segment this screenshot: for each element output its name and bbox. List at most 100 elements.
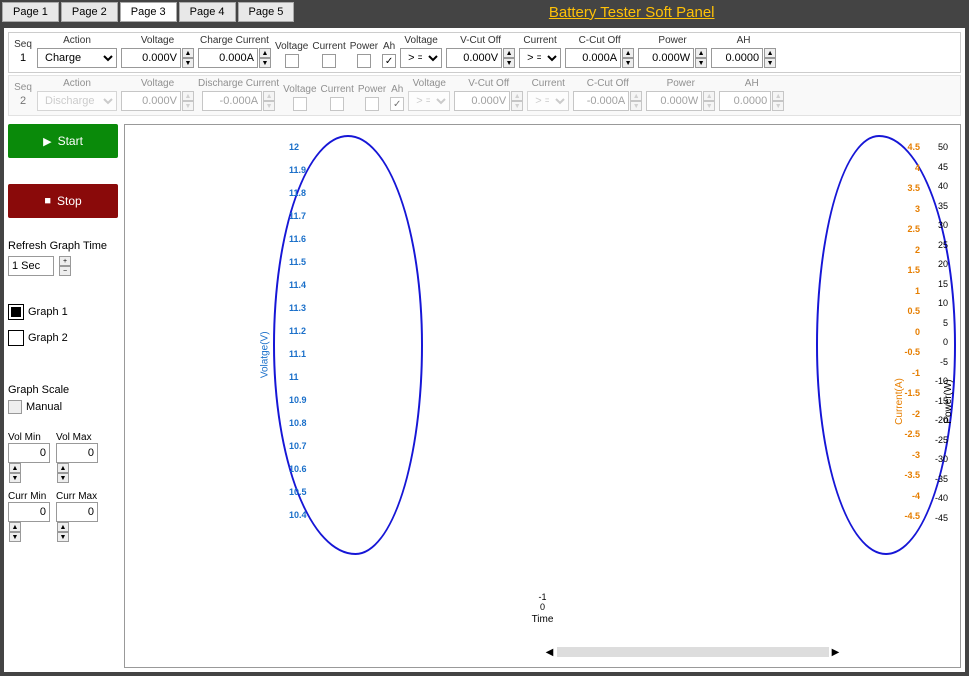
time-axis-label: Time — [532, 614, 554, 625]
vcut-input[interactable] — [446, 48, 502, 68]
refresh-input[interactable] — [8, 256, 54, 276]
vcut-op-select[interactable]: > = — [400, 48, 442, 68]
voltage-check[interactable] — [285, 54, 299, 68]
discharge-current-input — [202, 91, 262, 111]
current-label: Current — [312, 41, 345, 52]
current-check[interactable] — [322, 54, 336, 68]
spin-down: ▼ — [182, 101, 194, 111]
sequence-row-1: Seq1 ActionCharge Voltage▲▼ Charge Curre… — [8, 32, 961, 73]
power2-label: Power — [658, 35, 686, 46]
spin-up[interactable]: ▲ — [9, 522, 21, 532]
current-check — [330, 97, 344, 111]
spin-down[interactable]: ▼ — [182, 58, 194, 68]
spin-down: ▼ — [511, 101, 523, 111]
graph1-label: Graph 1 — [28, 306, 68, 318]
currmin-input[interactable] — [8, 502, 50, 522]
spin-down[interactable]: ▼ — [9, 473, 21, 483]
spin-down: ▼ — [703, 101, 715, 111]
ah2-label: AH — [745, 78, 759, 89]
spin-down[interactable]: − — [59, 266, 71, 276]
spin-up[interactable]: + — [59, 256, 71, 266]
scroll-right-icon[interactable]: ▶ — [829, 647, 843, 658]
page-tabs: Page 1 Page 2 Page 3 Page 4 Page 5 — [0, 2, 294, 22]
charge-current-input[interactable] — [198, 48, 258, 68]
spin-up: ▲ — [703, 91, 715, 101]
spin-up[interactable]: ▲ — [764, 48, 776, 58]
scroll-left-icon[interactable]: ◀ — [543, 647, 557, 658]
power-input — [646, 91, 702, 111]
ccut-op-select[interactable]: > = — [519, 48, 561, 68]
volmin-input[interactable] — [8, 443, 50, 463]
spin-up[interactable]: ▲ — [9, 463, 21, 473]
manual-label: Manual — [26, 401, 62, 413]
stop-icon: ■ — [44, 195, 51, 207]
spin-down[interactable]: ▼ — [622, 58, 634, 68]
refresh-label: Refresh Graph Time — [8, 240, 118, 252]
spin-up[interactable]: ▲ — [503, 48, 515, 58]
spin-up[interactable]: ▲ — [622, 48, 634, 58]
x-ticks: -1 0 — [538, 592, 546, 612]
volmin-label: Vol Min — [8, 432, 50, 443]
ah-check[interactable]: ✓ — [382, 54, 396, 68]
spin-down[interactable]: ▼ — [259, 58, 271, 68]
current-label: Current — [321, 84, 354, 95]
power-check[interactable] — [357, 54, 371, 68]
currmax-input[interactable] — [56, 502, 98, 522]
seq-label: Seq — [14, 39, 32, 50]
spin-up: ▲ — [511, 91, 523, 101]
scroll-track[interactable] — [557, 647, 829, 657]
tab-page-4[interactable]: Page 4 — [179, 2, 236, 22]
start-button[interactable]: ▶ Start — [8, 124, 118, 158]
ccut-input[interactable] — [565, 48, 621, 68]
spin-down[interactable]: ▼ — [57, 532, 69, 542]
action-label: Action — [63, 78, 91, 89]
action-select[interactable]: Charge — [37, 48, 117, 68]
current2-label: Current — [523, 35, 556, 46]
spin-down[interactable]: ▼ — [503, 58, 515, 68]
graph2-checkbox[interactable] — [8, 330, 24, 346]
spin-up[interactable]: ▲ — [259, 48, 271, 58]
ah-check: ✓ — [390, 97, 404, 111]
seq-label: Seq — [14, 82, 32, 93]
spin-down[interactable]: ▼ — [57, 473, 69, 483]
current-ticks: 4.543.532.521.510.50-0.5-1-1.5-2-2.5-3-3… — [904, 143, 920, 533]
app-title: Battery Tester Soft Panel — [294, 4, 969, 21]
spin-down[interactable]: ▼ — [9, 532, 21, 542]
voltage-check — [293, 97, 307, 111]
sequence-row-2: Seq2 ActionDischarge Voltage▲▼ Discharge… — [8, 75, 961, 116]
start-label: Start — [58, 134, 83, 148]
spin-up[interactable]: ▲ — [57, 522, 69, 532]
tab-page-3[interactable]: Page 3 — [120, 2, 177, 22]
spin-down[interactable]: ▼ — [764, 58, 776, 68]
power-label: Power — [358, 84, 386, 95]
spin-up: ▲ — [772, 91, 784, 101]
graph-scrollbar[interactable]: ◀ ▶ — [543, 645, 843, 659]
power-ticks: 50454035302520151050-5-10-15-20-25-30-35… — [935, 143, 948, 533]
vcut-label: V-Cut Off — [460, 35, 501, 46]
ah-label: Ah — [383, 41, 395, 52]
spin-down[interactable]: ▼ — [695, 58, 707, 68]
tab-page-5[interactable]: Page 5 — [238, 2, 295, 22]
volmax-label: Vol Max — [56, 432, 98, 443]
graph1-checkbox[interactable] — [8, 304, 24, 320]
voltage-input[interactable] — [121, 48, 181, 68]
volmax-input[interactable] — [56, 443, 98, 463]
play-icon: ▶ — [43, 135, 51, 148]
voltage-input — [121, 91, 181, 111]
spin-up[interactable]: ▲ — [182, 48, 194, 58]
ah2-label: AH — [737, 35, 751, 46]
power-input[interactable] — [638, 48, 694, 68]
action-select: Discharge — [37, 91, 117, 111]
ccut-label: C-Cut Off — [587, 78, 629, 89]
seq-number: 1 — [13, 52, 33, 68]
tab-page-1[interactable]: Page 1 — [2, 2, 59, 22]
manual-checkbox[interactable] — [8, 400, 22, 414]
spin-up[interactable]: ▲ — [57, 463, 69, 473]
stop-button[interactable]: ■Stop — [8, 184, 118, 218]
ah-input[interactable] — [711, 48, 763, 68]
ccut-op-select: > = — [527, 91, 569, 111]
spin-up[interactable]: ▲ — [695, 48, 707, 58]
seq-number: 2 — [13, 95, 33, 111]
ah-label: Ah — [391, 84, 403, 95]
tab-page-2[interactable]: Page 2 — [61, 2, 118, 22]
